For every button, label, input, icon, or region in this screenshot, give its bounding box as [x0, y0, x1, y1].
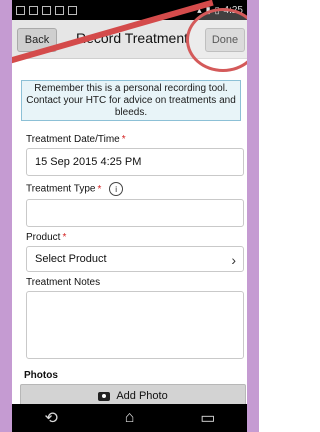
notes-textarea[interactable]	[26, 291, 244, 359]
product-select[interactable]: Select Product ›	[26, 246, 244, 272]
chevron-right-icon: ›	[231, 252, 236, 268]
treatment-type-field[interactable]	[26, 199, 244, 227]
notification-icon	[55, 5, 64, 15]
phone-screen: ▴ ▮ ▯ 4:25 Back Record Treatment Done Re…	[12, 0, 247, 432]
type-label-text: Treatment Type	[26, 183, 96, 195]
notification-icon	[68, 5, 77, 15]
date-label: Treatment Date/Time *	[26, 134, 126, 145]
status-icons-left	[16, 5, 77, 15]
notice-box: Remember this is a personal recording to…	[21, 80, 241, 121]
highlight-circle	[186, 8, 247, 72]
product-label-text: Product	[26, 232, 61, 243]
navigation-bar: ⟲ ⌂ ▭	[12, 404, 247, 432]
recent-apps-icon[interactable]: ▭	[188, 408, 228, 428]
back-icon[interactable]: ⟲	[31, 408, 71, 428]
background-left	[0, 0, 12, 432]
product-label: Product *	[26, 232, 66, 243]
notification-icon	[16, 5, 25, 15]
notification-icon	[29, 5, 38, 15]
photos-heading: Photos	[24, 370, 58, 381]
required-mark: *	[62, 232, 67, 243]
required-mark: *	[121, 134, 126, 145]
type-label: Treatment Type * i	[26, 182, 124, 196]
home-icon[interactable]: ⌂	[109, 409, 149, 427]
date-label-text: Treatment Date/Time	[26, 134, 120, 145]
product-select-value: Select Product	[35, 253, 107, 265]
background-right	[247, 0, 259, 432]
notification-icon	[42, 5, 51, 15]
notes-label: Treatment Notes	[26, 277, 101, 288]
required-mark: *	[97, 183, 102, 195]
camera-icon	[98, 391, 111, 401]
date-field[interactable]: 15 Sep 2015 4:25 PM	[26, 148, 244, 176]
date-value: 15 Sep 2015 4:25 PM	[35, 156, 142, 168]
info-icon[interactable]: i	[109, 182, 124, 196]
add-photo-label: Add Photo	[116, 390, 168, 402]
